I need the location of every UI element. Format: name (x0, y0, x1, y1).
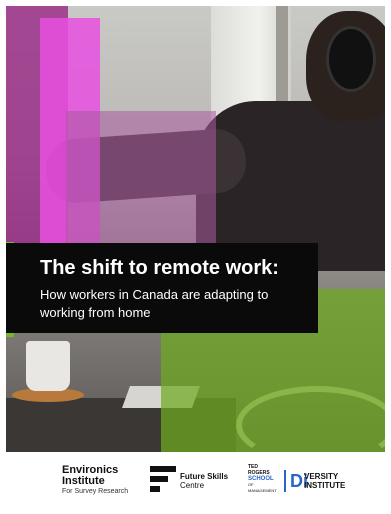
diversity-institute: INSTITUTE (304, 481, 346, 490)
cover-title: The shift to remote work: (40, 257, 279, 279)
cover-subtitle: How workers in Canada are adapting to wo… (40, 287, 269, 320)
divider-bar (284, 470, 286, 492)
magenta-overlay-lower (66, 111, 216, 256)
report-cover: The shift to remote work: How workers in… (0, 0, 391, 514)
future-skills-centre: Centre (180, 481, 205, 490)
partner-logos: Environics Institute For Survey Research… (0, 452, 391, 514)
future-skills-text: Future Skills Centre (180, 472, 240, 490)
cover-photo (6, 6, 385, 452)
headphones (326, 26, 376, 92)
ted-rogers-management: OF MANAGEMENT (248, 482, 277, 493)
diversity-text: VERSITY INSTITUTE (304, 472, 354, 490)
mug (26, 341, 70, 391)
diversity-word: VERSITY (304, 472, 339, 481)
future-skills-icon (150, 466, 176, 492)
future-skills-name: Future Skills (180, 472, 229, 481)
ted-rogers-logo: TED ROGERS SCHOOL OF MANAGEMENT (248, 464, 282, 494)
environics-tagline: For Survey Research (62, 488, 129, 495)
environics-logo: Environics Institute For Survey Research (62, 465, 128, 496)
environics-institute: Institute (62, 475, 105, 487)
